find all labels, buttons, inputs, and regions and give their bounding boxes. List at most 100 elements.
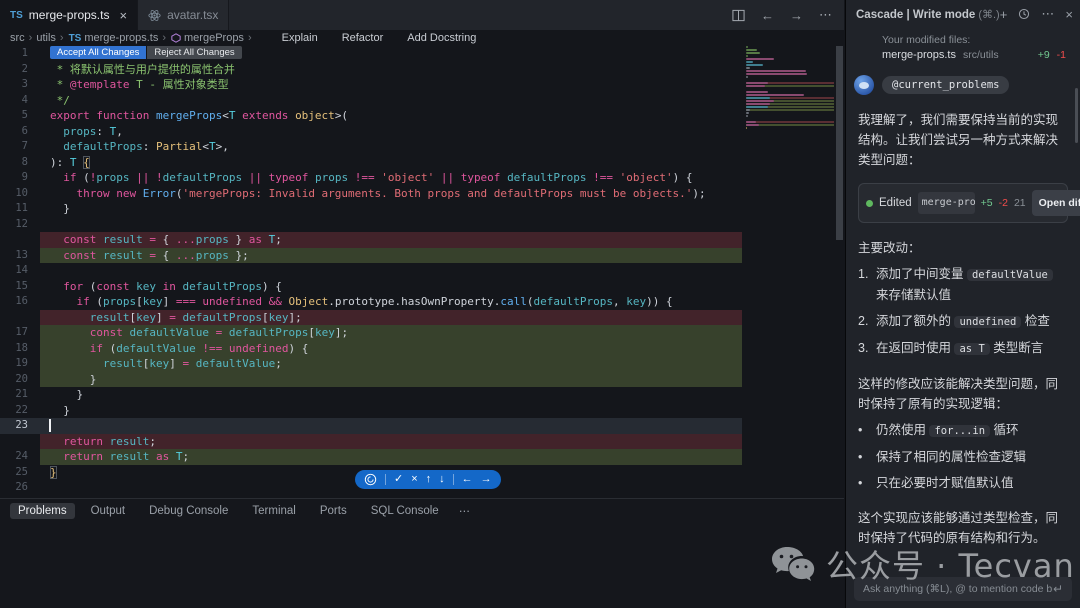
code-line[interactable]: 14 [0,263,742,279]
code-line[interactable]: 15 for (const key in defaultProps) { [0,279,742,295]
editor-scrollbar[interactable] [836,46,843,495]
breadcrumb-utils[interactable]: utils [36,32,56,44]
breadcrumb-file[interactable]: merge-props.ts [84,32,158,44]
line-number[interactable]: 17 [0,325,40,341]
split-editor-icon[interactable] [732,9,745,22]
tab-avatar[interactable]: avatar.tsx [138,0,229,30]
next-file-icon[interactable]: → [481,470,492,489]
line-number[interactable] [0,310,40,326]
close-cascade-icon[interactable]: × [1065,7,1073,22]
code-line[interactable]: 11 } [0,201,742,217]
minimap-line [746,127,834,129]
code-editor[interactable]: 1/**2 * 将默认属性与用户提供的属性合并3 * @template T -… [0,46,742,496]
line-number[interactable]: 20 [0,372,40,388]
code-line[interactable]: 12 [0,217,742,233]
line-number[interactable]: 19 [0,356,40,372]
line-number[interactable]: 2 [0,62,40,78]
code-line[interactable]: 6 props: T, [0,124,742,140]
accept-all-changes-button[interactable]: Accept All Changes [50,46,146,59]
line-number[interactable] [0,232,40,248]
line-number[interactable]: 21 [0,387,40,403]
line-number[interactable]: 1 [0,46,40,62]
code-line[interactable]: 7 defaultProps: Partial<T>, [0,139,742,155]
line-number[interactable]: 12 [0,217,40,233]
code-line[interactable]: return result; [0,434,742,450]
line-number[interactable]: 6 [0,124,40,140]
code-line[interactable]: 18 if (defaultValue !== undefined) { [0,341,742,357]
code-line[interactable]: 19 result[key] = defaultValue; [0,356,742,372]
code-line[interactable]: 10 throw new Error('mergeProps: Invalid … [0,186,742,202]
code-line[interactable]: 16 if (props[key] === undefined && Objec… [0,294,742,310]
line-number[interactable]: 4 [0,93,40,109]
line-number[interactable]: 15 [0,279,40,295]
line-number[interactable]: 14 [0,263,40,279]
code-line[interactable]: const result = { ...props } as T; [0,232,742,248]
panel-tab-problems[interactable]: Problems [10,503,75,519]
minimap[interactable] [746,46,834,486]
line-number[interactable]: 18 [0,341,40,357]
panel-tab-terminal[interactable]: Terminal [244,503,303,519]
tab-merge-props[interactable]: TS merge-props.ts × [0,0,138,30]
code-line[interactable]: 2 * 将默认属性与用户提供的属性合并 [0,62,742,78]
forward-icon[interactable]: → [790,8,803,23]
breadcrumb-src[interactable]: src [10,32,25,44]
open-diff-button[interactable]: Open diff [1032,190,1080,216]
line-number[interactable]: 16 [0,294,40,310]
lens-explain[interactable]: Explain [282,32,318,44]
line-number[interactable]: 11 [0,201,40,217]
diff-action-buttons: Accept All Changes Reject All Changes [50,46,242,59]
panel-tab-output[interactable]: Output [83,503,134,519]
scrollbar-thumb[interactable] [836,46,843,240]
prev-change-icon[interactable]: ↑ [426,470,432,489]
minimap-line [746,82,834,84]
lens-refactor[interactable]: Refactor [342,32,384,44]
line-number[interactable]: 5 [0,108,40,124]
code-line[interactable]: 21 } [0,387,742,403]
code-line[interactable]: 3 * @template T - 属性对象类型 [0,77,742,93]
reject-change-icon[interactable]: × [411,470,417,489]
next-change-icon[interactable]: ↓ [439,470,445,489]
line-number[interactable]: 10 [0,186,40,202]
current-problems-chip[interactable]: @current_problems [882,76,1009,94]
code-line[interactable]: result[key] = defaultProps[key]; [0,310,742,326]
close-tab-icon[interactable]: × [119,8,127,23]
line-number[interactable]: 13 [0,248,40,264]
line-number[interactable]: 23 [0,418,40,434]
code-line[interactable]: 20 } [0,372,742,388]
lens-add-docstring[interactable]: Add Docstring [407,32,476,44]
code-line[interactable]: 23 [0,418,742,434]
prev-file-icon[interactable]: ← [462,470,473,489]
line-number[interactable] [0,434,40,450]
breadcrumb-symbol[interactable]: mergeProps [184,32,244,44]
history-icon[interactable] [1018,8,1030,20]
code-line[interactable]: 8): T { [0,155,742,171]
code-line[interactable]: 22 } [0,403,742,419]
code-line[interactable]: 24 return result as T; [0,449,742,465]
line-number[interactable]: 22 [0,403,40,419]
panel-tab-debug-console[interactable]: Debug Console [141,503,236,519]
new-chat-icon[interactable]: + [1000,7,1008,22]
code-line[interactable]: 4 */ [0,93,742,109]
modified-file-name[interactable]: merge-props.ts [882,49,956,61]
accept-change-icon[interactable]: ✓ [394,470,403,489]
panel-more-icon[interactable]: ⋯ [459,504,471,518]
more-actions-icon[interactable]: ⋯ [819,7,832,23]
cascade-scrollbar[interactable] [1075,88,1078,143]
panel-tab-ports[interactable]: Ports [312,503,355,519]
code-line[interactable]: 13 const result = { ...props }; [0,248,742,264]
back-icon[interactable]: ← [761,8,774,23]
symbol-method-icon [171,33,181,43]
line-number[interactable]: 9 [0,170,40,186]
code-line[interactable]: 9 if (!props || !defaultProps || typeof … [0,170,742,186]
panel-tab-sql-console[interactable]: SQL Console [363,503,447,519]
code-line[interactable]: 17 const defaultValue = defaultProps[key… [0,325,742,341]
line-number[interactable]: 24 [0,449,40,465]
more-options-icon[interactable]: ⋯ [1041,6,1054,22]
line-number[interactable]: 25 [0,465,40,481]
line-number[interactable]: 26 [0,480,40,496]
line-number[interactable]: 7 [0,139,40,155]
line-number[interactable]: 8 [0,155,40,171]
line-number[interactable]: 3 [0,77,40,93]
code-line[interactable]: 5export function mergeProps<T extends ob… [0,108,742,124]
reject-all-changes-button[interactable]: Reject All Changes [147,46,241,59]
